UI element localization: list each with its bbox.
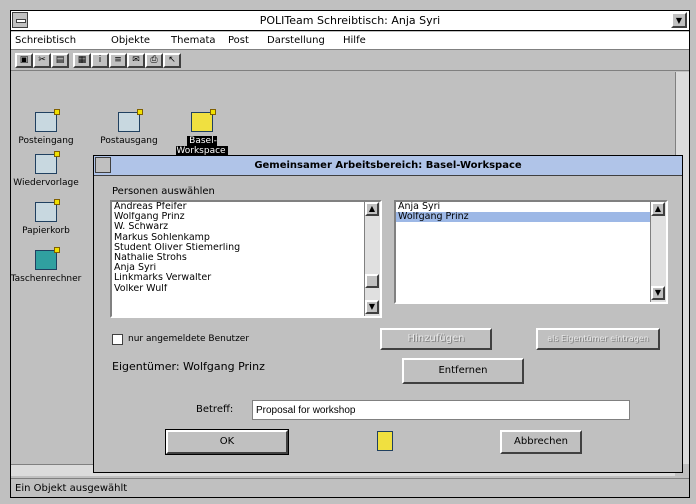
list-item-selected[interactable]: Wolfgang Prinz — [396, 212, 650, 223]
posteingang-icon[interactable]: Posteingang — [6, 109, 86, 146]
dialog-title-bar: Gemeinsamer Arbeitsbereich: Basel-Worksp… — [94, 156, 682, 176]
desktop-icon-label: Papierkorb — [22, 226, 70, 236]
cancel-button[interactable]: Abbrechen — [500, 430, 582, 454]
move-icon[interactable]: ✂ — [33, 53, 51, 68]
selected-list-items: Anja Syri Wolfgang Prinz — [396, 202, 650, 302]
remove-button[interactable]: Entfernen — [402, 358, 524, 384]
desktop-icon-label: Basel-Workspace — [176, 136, 228, 156]
desktop-icon-label: Taschenrechner — [10, 274, 82, 284]
scroll-up-icon[interactable]: ▲ — [365, 202, 379, 216]
info-icon[interactable]: i — [91, 53, 109, 68]
status-bar: Ein Objekt ausgewählt — [11, 478, 689, 497]
open-icon[interactable]: ▦ — [73, 53, 91, 68]
pointer-icon[interactable]: ↖ — [163, 53, 181, 68]
postausgang-icon[interactable]: Postausgang — [89, 109, 169, 146]
workspace-dialog: Gemeinsamer Arbeitsbereich: Basel-Worksp… — [93, 155, 683, 473]
menu-hilfe[interactable]: Hilfe — [343, 35, 366, 46]
papierkorb-icon[interactable]: Papierkorb — [6, 199, 86, 236]
wiedervorlage-icon[interactable]: Wiedervorlage — [6, 151, 86, 188]
window-scroll-down-icon[interactable]: ▼ — [671, 12, 687, 28]
print-icon[interactable]: ⎙ — [145, 53, 163, 68]
set-owner-button[interactable]: als Eigentümer eintragen — [536, 328, 660, 350]
list-icon[interactable]: ≡ — [109, 53, 127, 68]
status-text: Ein Objekt ausgewählt — [15, 483, 128, 494]
list-item[interactable]: Wolfgang Prinz — [112, 212, 364, 222]
list-item[interactable]: Linkmarks Verwalter — [112, 273, 364, 283]
list-item[interactable]: Anja Syri — [396, 202, 650, 212]
trash-icon — [35, 199, 60, 222]
subject-label: Betreff: — [196, 404, 234, 415]
desktop-icon-label: Wiedervorlage — [13, 178, 79, 188]
toolbar: ▣ ✂ ▤ ▦ i ≡ ✉ ⎙ ↖ — [11, 51, 689, 71]
send-icon[interactable]: ✉ — [127, 53, 145, 68]
workspace-icon — [377, 431, 393, 451]
menu-darstellung[interactable]: Darstellung — [267, 35, 325, 46]
title-bar: POLITeam Schreibtisch: Anja Syri ▼ — [11, 11, 689, 31]
only-registered-label: nur angemeldete Benutzer — [128, 334, 250, 344]
persons-label: Personen auswählen — [112, 186, 215, 197]
menu-schreibtisch[interactable]: Schreibtisch — [15, 35, 76, 46]
list-item[interactable]: Andreas Pfeifer — [112, 202, 364, 212]
scroll-down-icon[interactable]: ▼ — [365, 300, 379, 314]
list-item[interactable]: W. Schwarz — [112, 222, 364, 232]
menu-themata[interactable]: Themata — [171, 35, 216, 46]
ok-button[interactable]: OK — [165, 429, 289, 455]
desktop-icon-label: Posteingang — [18, 136, 74, 146]
outbox-icon — [118, 109, 143, 132]
list-item[interactable] — [112, 294, 364, 304]
menu-objekte[interactable]: Objekte — [111, 35, 150, 46]
selected-scrollbar[interactable]: ▲ ▼ — [650, 202, 666, 302]
subject-input[interactable] — [252, 400, 630, 420]
calculator-icon — [35, 247, 60, 270]
desktop-icon-label: Postausgang — [100, 136, 158, 146]
list-item[interactable]: Markus Sohlenkamp — [112, 233, 364, 243]
dialog-title: Gemeinsamer Arbeitsbereich: Basel-Worksp… — [254, 160, 522, 171]
workspace-icon — [191, 109, 216, 132]
scroll-thumb[interactable] — [365, 274, 379, 288]
persons-scrollbar[interactable]: ▲ ▼ — [364, 202, 380, 316]
new-icon[interactable]: ▣ — [15, 53, 33, 68]
add-button[interactable]: Hinzufügen — [380, 328, 492, 350]
list-item[interactable]: Student Oliver Stiemerling — [112, 243, 364, 253]
only-registered-checkbox[interactable] — [112, 334, 123, 345]
owner-label: Eigentümer: Wolfgang Prinz — [112, 360, 265, 373]
selected-persons-listbox[interactable]: Anja Syri Wolfgang Prinz ▲ ▼ — [394, 200, 668, 304]
menu-post[interactable]: Post — [228, 35, 249, 46]
menu-bar: Schreibtisch Objekte Themata Post Darste… — [11, 32, 689, 50]
persons-list-items: Andreas Pfeifer Wolfgang Prinz W. Schwar… — [112, 202, 364, 316]
list-item[interactable]: Anja Syri — [112, 263, 364, 273]
list-item[interactable]: Volker Wulf — [112, 284, 364, 294]
list-item[interactable]: Nathalie Strohs — [112, 253, 364, 263]
inbox-icon — [35, 109, 60, 132]
persons-listbox[interactable]: Andreas Pfeifer Wolfgang Prinz W. Schwar… — [110, 200, 382, 318]
scroll-up-icon[interactable]: ▲ — [651, 202, 665, 216]
window-title: POLITeam Schreibtisch: Anja Syri — [259, 14, 441, 27]
basel-workspace-icon[interactable]: Basel-Workspace — [162, 109, 242, 156]
paste-icon[interactable]: ▤ — [51, 53, 69, 68]
taschenrechner-icon[interactable]: Taschenrechner — [6, 247, 86, 284]
scroll-down-icon[interactable]: ▼ — [651, 286, 665, 300]
folder-icon — [35, 151, 60, 174]
